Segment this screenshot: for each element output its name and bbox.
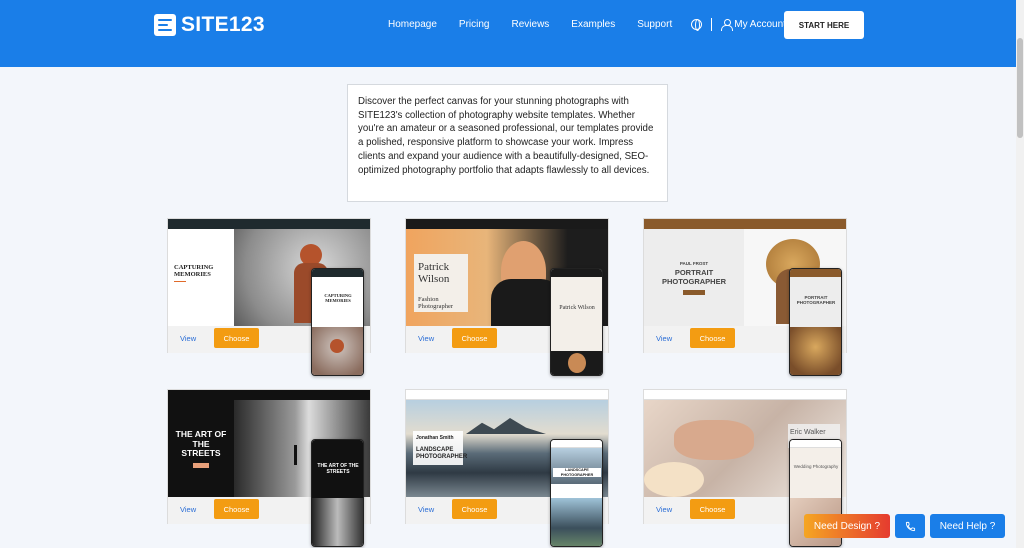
hero-subtitle: Fashion Photographer bbox=[418, 296, 454, 310]
mobile-hero-title: PORTRAIT PHOTOGRAPHER bbox=[796, 295, 836, 305]
template-nav-bar bbox=[644, 219, 846, 229]
hero-kicker: PAUL FROST bbox=[679, 261, 709, 266]
mobile-preview: PORTRAIT PHOTOGRAPHER bbox=[789, 268, 842, 376]
user-icon bbox=[721, 19, 734, 31]
template-nav-bar bbox=[406, 219, 608, 229]
phone-button[interactable] bbox=[895, 514, 925, 538]
intro-paragraph: Discover the perfect canvas for your stu… bbox=[358, 96, 654, 176]
start-here-button[interactable]: START HERE bbox=[784, 11, 864, 39]
template-nav-bar bbox=[406, 390, 608, 400]
logo-icon bbox=[154, 14, 176, 36]
nav-support[interactable]: Support bbox=[637, 19, 672, 30]
need-design-button[interactable]: Need Design ? bbox=[804, 514, 890, 538]
scrollbar-thumb[interactable] bbox=[1017, 38, 1023, 138]
mobile-preview: CAPTURING MEMORIES bbox=[311, 268, 364, 376]
logo-text: SITE123 bbox=[181, 13, 265, 36]
view-link[interactable]: View bbox=[656, 505, 672, 514]
mobile-hero-title: Wedding Photography bbox=[793, 464, 839, 469]
view-link[interactable]: View bbox=[180, 505, 196, 514]
top-header: SITE123 Homepage Pricing Reviews Example… bbox=[0, 0, 1016, 67]
choose-button[interactable]: Choose bbox=[214, 499, 259, 519]
main-nav: Homepage Pricing Reviews Examples Suppor… bbox=[388, 18, 786, 31]
globe-icon[interactable] bbox=[691, 19, 703, 31]
hero-kicker: Jonathan Smith bbox=[416, 435, 454, 441]
intro-text-box: Discover the perfect canvas for your stu… bbox=[347, 84, 668, 202]
view-link[interactable]: View bbox=[418, 334, 434, 343]
mobile-preview: THE ART OF THE STREETS bbox=[311, 439, 364, 547]
hero-title: Patrick Wilson bbox=[418, 261, 450, 285]
mobile-preview: Patrick Wilson bbox=[550, 268, 603, 376]
need-help-button[interactable]: Need Help ? bbox=[930, 514, 1005, 538]
hero-title: PORTRAIT PHOTOGRAPHER bbox=[661, 268, 727, 286]
template-nav-bar bbox=[168, 219, 370, 229]
my-account-link[interactable]: My Account bbox=[734, 19, 786, 30]
hero-title: THE ART OF THE STREETS bbox=[175, 429, 227, 458]
view-link[interactable]: View bbox=[180, 334, 196, 343]
mobile-hero-title: LANDSCAPE PHOTOGRAPHER bbox=[553, 468, 601, 477]
nav-homepage[interactable]: Homepage bbox=[388, 19, 437, 30]
view-link[interactable]: View bbox=[656, 334, 672, 343]
mobile-hero-title: Patrick Wilson bbox=[559, 305, 595, 311]
nav-reviews[interactable]: Reviews bbox=[512, 19, 550, 30]
site123-logo[interactable]: SITE123 bbox=[154, 13, 265, 37]
choose-button[interactable]: Choose bbox=[214, 328, 259, 348]
hero-title: CAPTURING MEMORIES bbox=[174, 264, 214, 278]
phone-icon bbox=[905, 521, 915, 531]
template-nav-bar bbox=[168, 390, 370, 400]
nav-examples[interactable]: Examples bbox=[571, 19, 615, 30]
nav-divider bbox=[711, 18, 713, 31]
choose-button[interactable]: Choose bbox=[690, 499, 735, 519]
template-nav-bar bbox=[644, 390, 846, 400]
mobile-preview: LANDSCAPE PHOTOGRAPHER bbox=[550, 439, 603, 547]
hero-title: LANDSCAPE PHOTOGRAPHER bbox=[416, 447, 468, 460]
mobile-hero-title: THE ART OF THE STREETS bbox=[317, 463, 359, 475]
nav-pricing[interactable]: Pricing bbox=[459, 19, 490, 30]
hero-title: Eric Walker bbox=[790, 429, 826, 436]
view-link[interactable]: View bbox=[418, 505, 434, 514]
choose-button[interactable]: Choose bbox=[690, 328, 735, 348]
choose-button[interactable]: Choose bbox=[452, 499, 497, 519]
choose-button[interactable]: Choose bbox=[452, 328, 497, 348]
mobile-hero-title: CAPTURING MEMORIES bbox=[324, 293, 352, 303]
